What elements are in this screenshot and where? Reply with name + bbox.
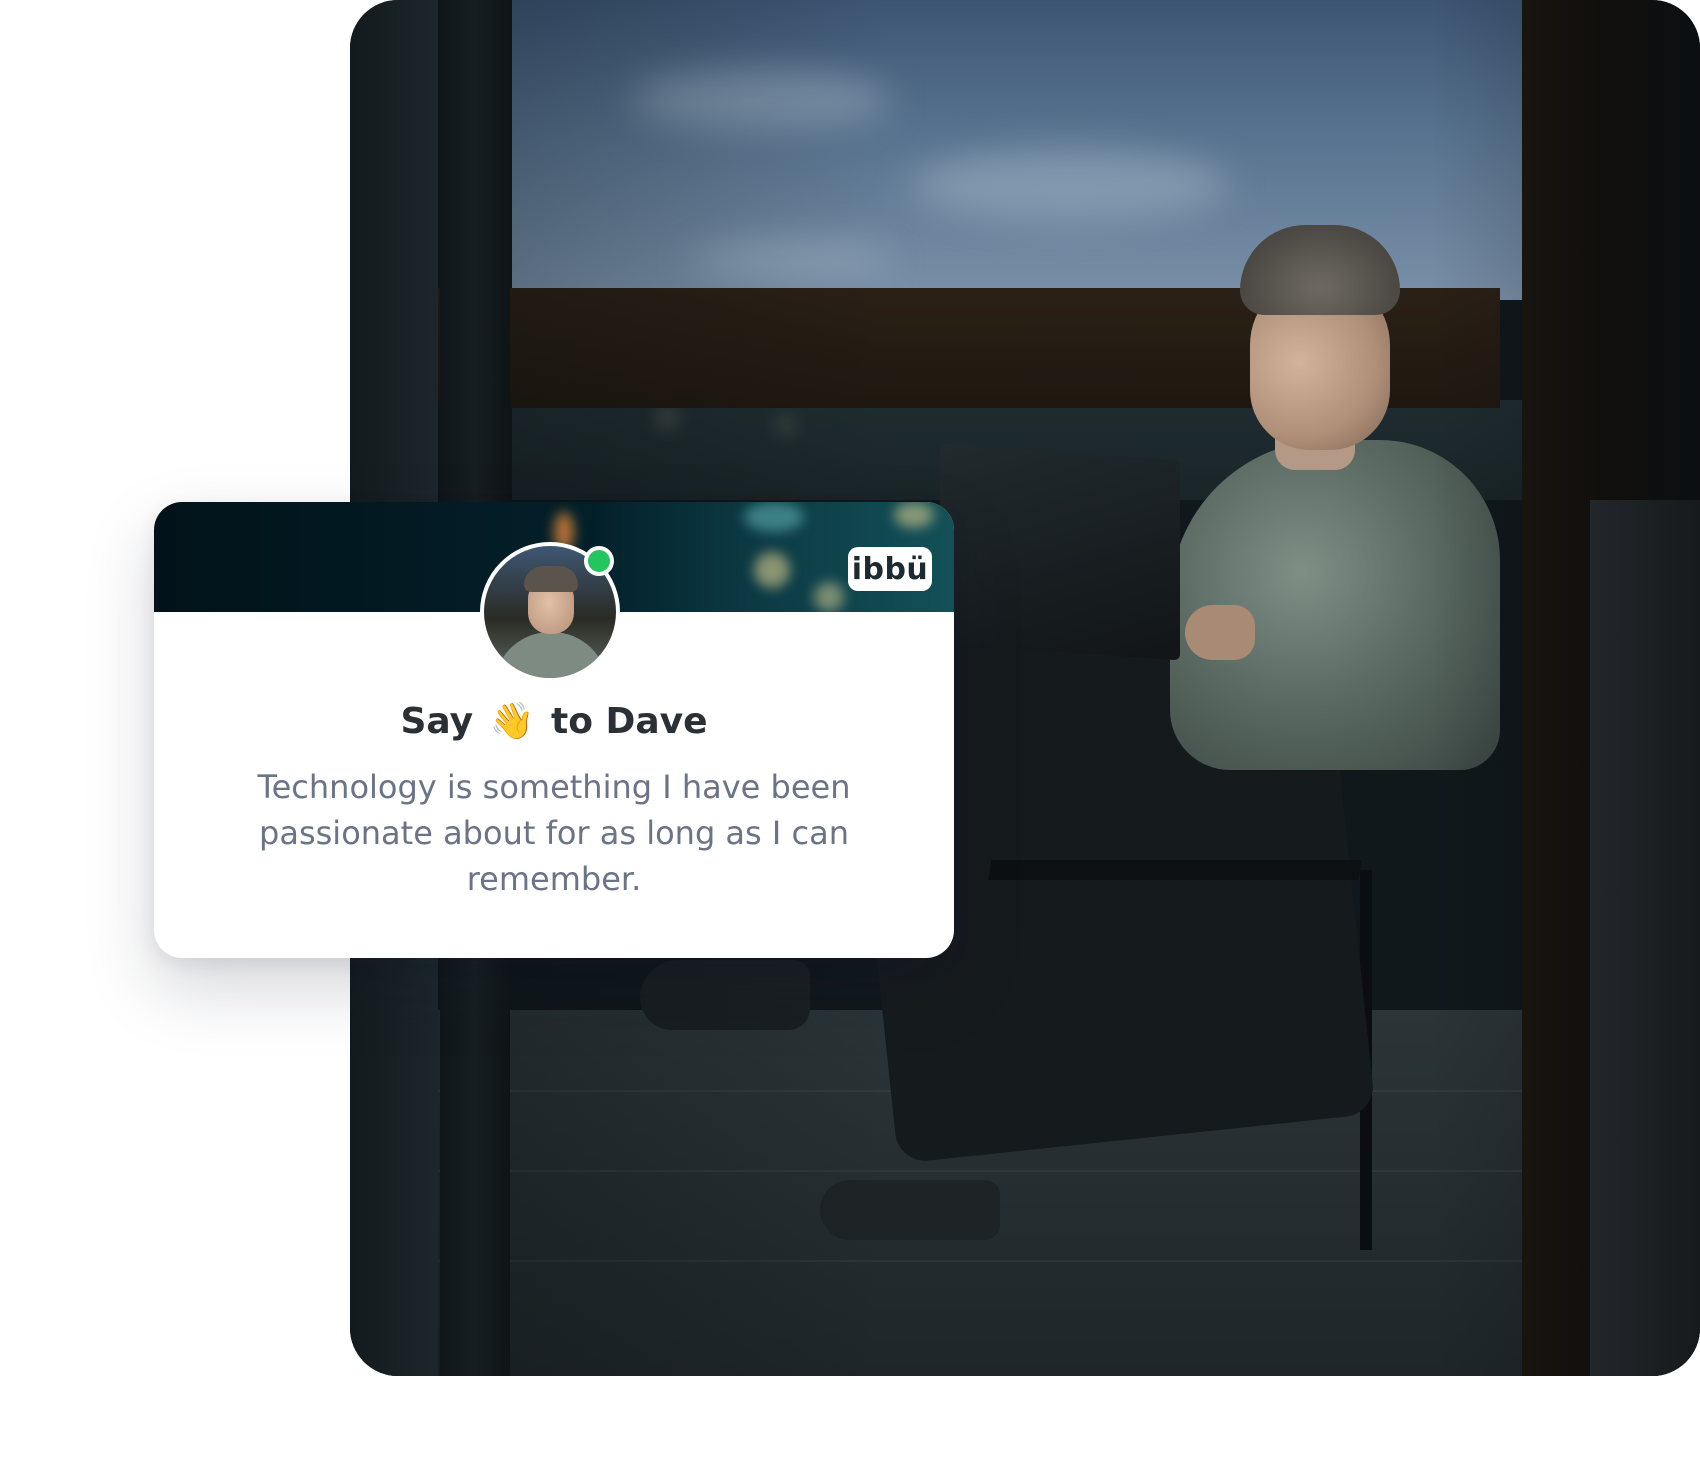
greeting-suffix: to Dave (550, 701, 708, 742)
banner-bokeh (894, 502, 934, 528)
banner-bokeh (814, 582, 844, 612)
avatar-hair (524, 566, 578, 592)
bio-text: Technology is something I have been pass… (257, 768, 851, 898)
banner-bokeh (744, 502, 804, 532)
brand-logo: ibbü (848, 547, 932, 591)
greeting-title: Say 👋 to Dave (154, 700, 954, 742)
banner-bokeh (754, 552, 790, 588)
greeting-prefix: Say (400, 701, 474, 742)
avatar-wrap[interactable] (480, 542, 620, 682)
profile-card[interactable]: ibbü Say 👋 to Dave Technology is somethi… (154, 502, 954, 958)
avatar-body (494, 632, 608, 678)
waving-hand-icon: 👋 (489, 701, 535, 742)
online-status-icon (584, 546, 614, 576)
